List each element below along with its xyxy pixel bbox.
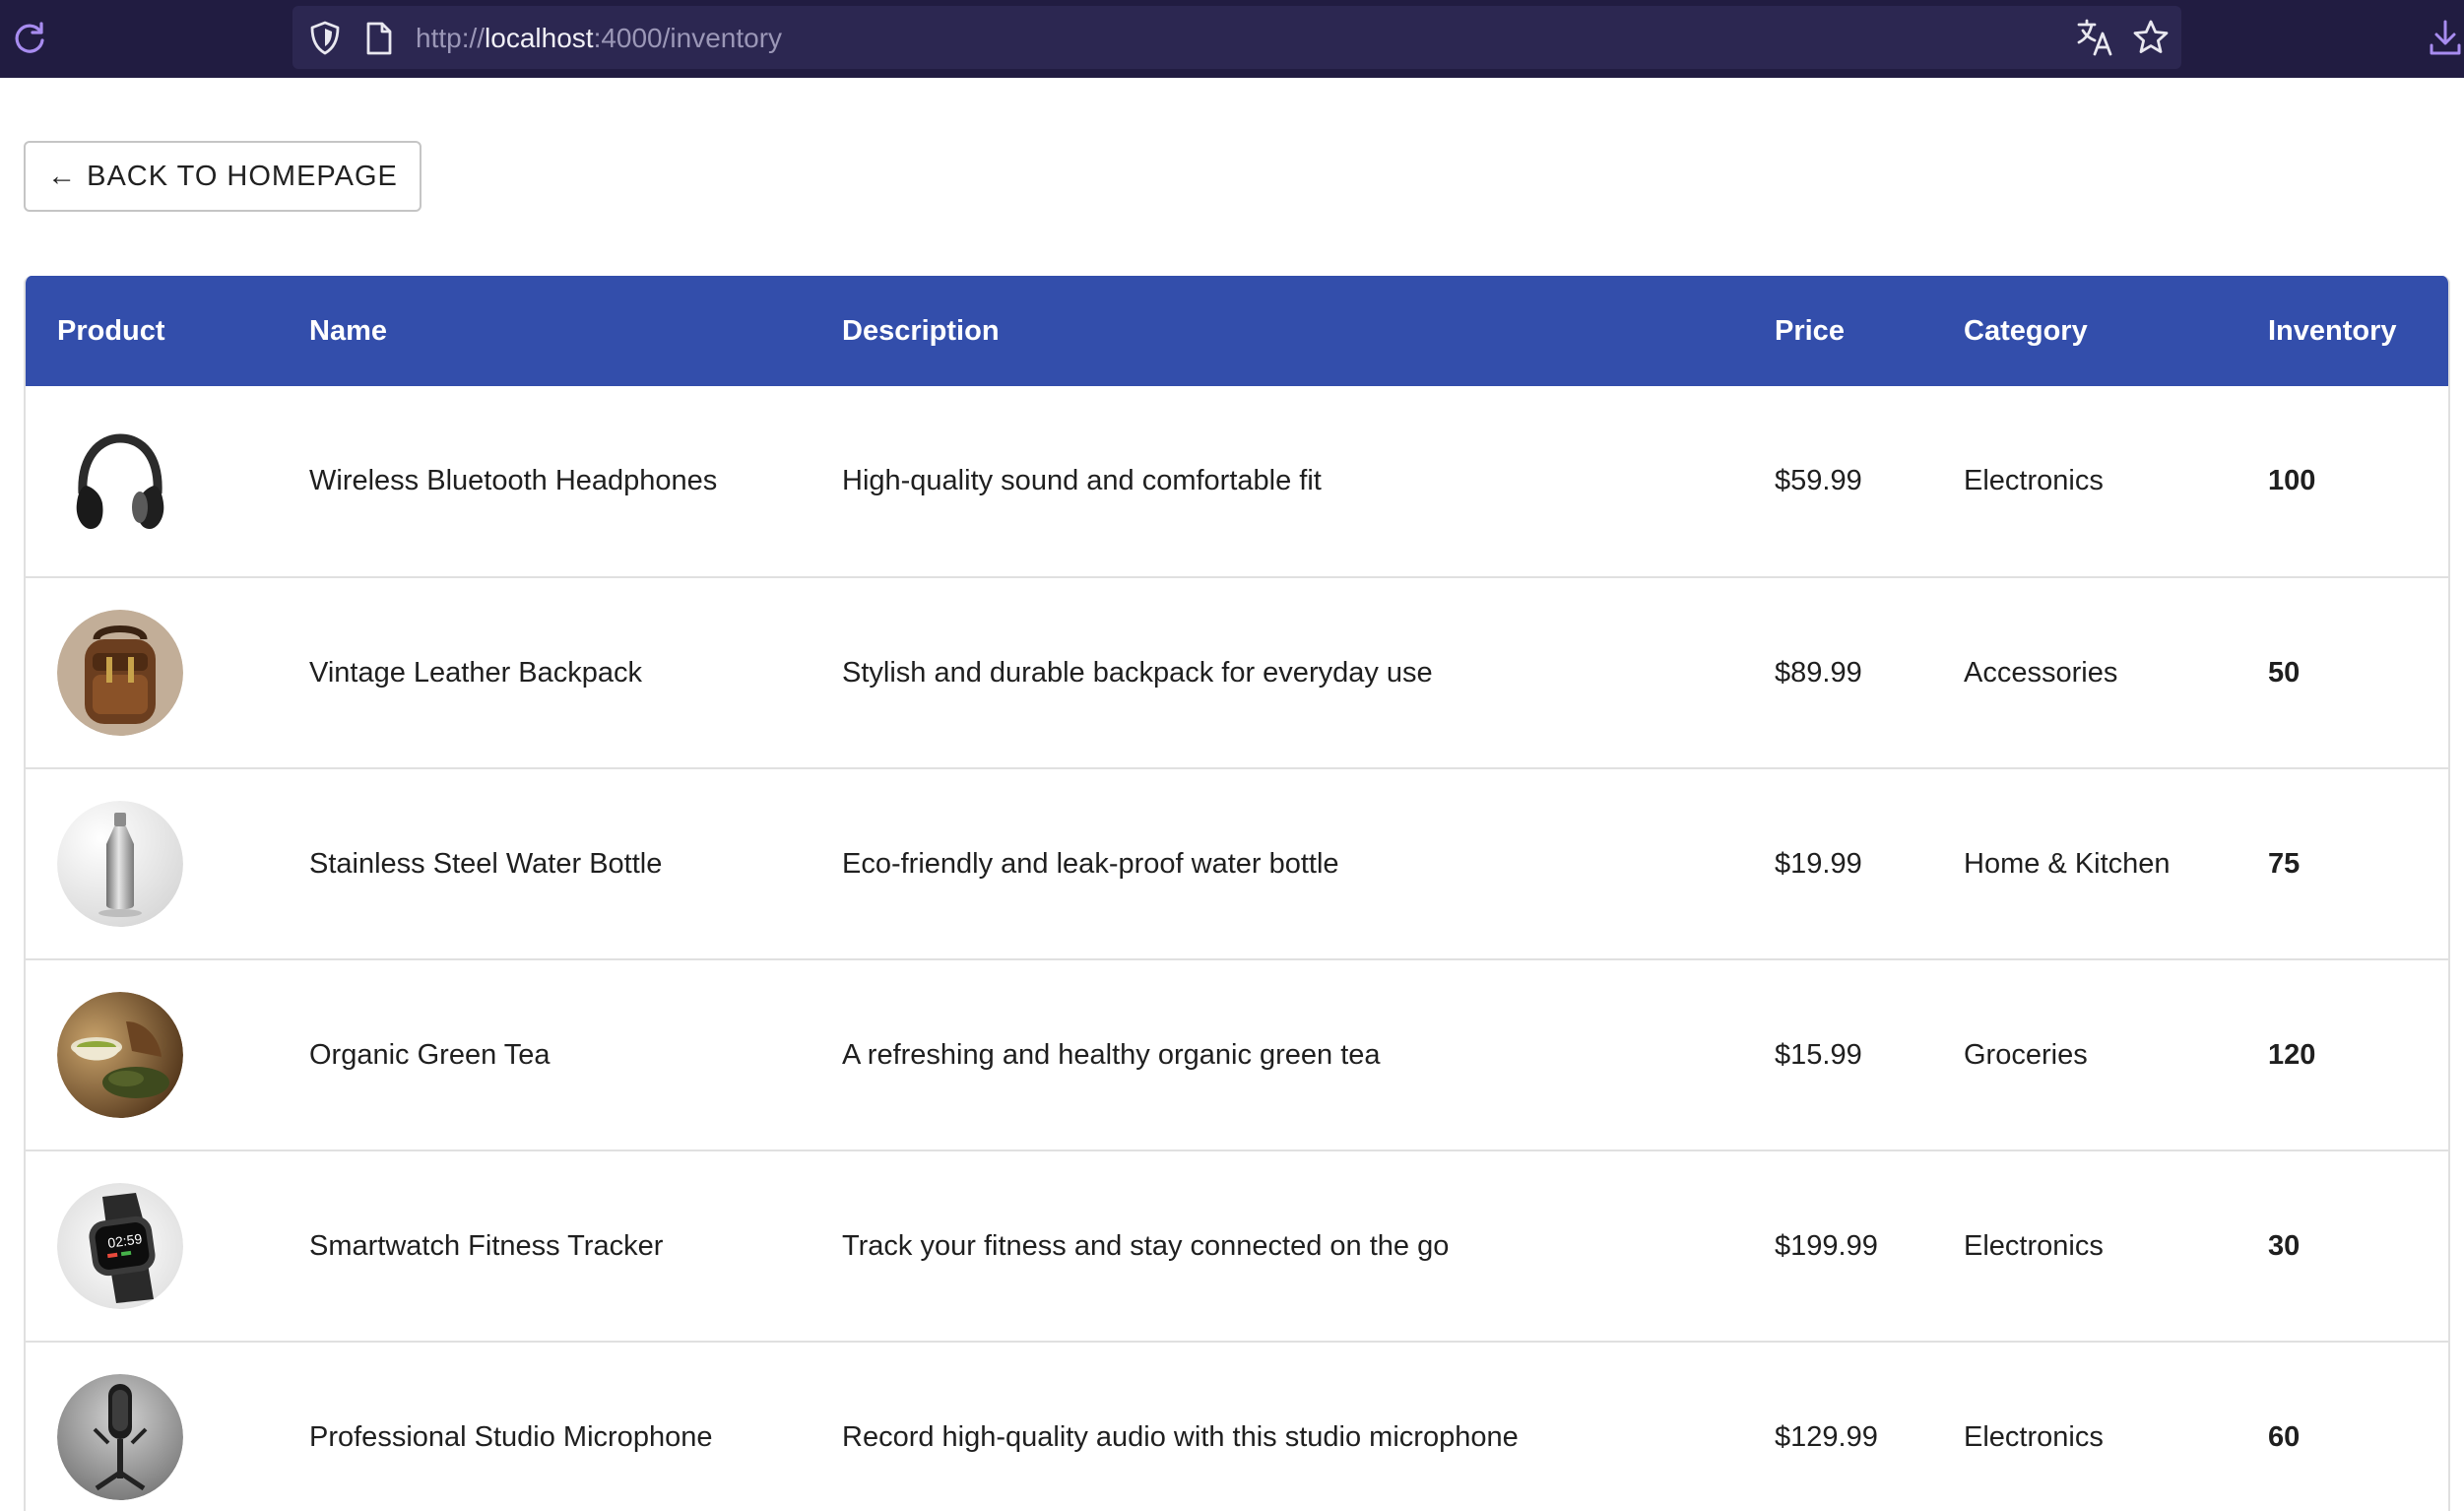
product-category: Electronics [1964,1229,2104,1262]
back-to-homepage-button[interactable]: ← BACK TO HOMEPAGE [24,141,421,212]
translate-icon[interactable] [2076,18,2113,57]
reload-icon[interactable] [10,19,49,58]
product-inventory: 75 [2268,847,2301,880]
product-inventory: 60 [2268,1420,2301,1453]
url-text[interactable]: http://localhost:4000/inventory [416,20,782,57]
table-row[interactable]: Stainless Steel Water Bottle Eco-friendl… [26,768,2448,959]
product-description: Stylish and durable backpack for everyda… [842,656,1433,689]
product-price: $89.99 [1775,656,1862,689]
product-image-cell: 02:59 [26,1150,278,1342]
product-inventory: 50 [2268,656,2301,689]
table-row[interactable]: 02:59 Smartwatch Fitness Tracker Track y… [26,1150,2448,1342]
back-button-label: BACK TO HOMEPAGE [87,160,398,192]
product-description: High-quality sound and comfortable fit [842,465,1322,496]
arrow-left-icon: ← [47,160,78,192]
column-header-category: Category [1964,314,2088,347]
browser-toolbar: http://localhost:4000/inventory [0,0,2464,78]
table-row[interactable]: Organic Green Tea A refreshing and healt… [26,959,2448,1150]
product-image-cell [26,959,278,1150]
column-header-name: Name [309,314,387,347]
inventory-table-container: Product Name Description Price Category … [24,276,2450,1511]
product-name: Organic Green Tea [309,1038,551,1071]
smartwatch-image: 02:59 [57,1183,183,1309]
product-inventory: 30 [2268,1229,2301,1262]
column-header-product: Product [57,314,165,347]
product-category: Accessories [1964,656,2118,689]
column-header-description: Description [842,314,1000,347]
product-price: $59.99 [1775,465,1862,496]
product-image-cell [26,768,278,959]
table-row[interactable]: Professional Studio Microphone Record hi… [26,1342,2448,1511]
product-name: Vintage Leather Backpack [309,656,643,689]
water-bottle-image [57,801,183,927]
product-inventory: 100 [2268,465,2316,496]
product-category: Electronics [1964,1420,2104,1453]
product-name: Wireless Bluetooth Headphones [309,465,718,496]
url-scheme: http:// [416,23,486,53]
product-category: Groceries [1964,1038,2088,1071]
download-icon[interactable] [2427,18,2464,59]
url-path: :4000/inventory [593,23,783,53]
product-price: $129.99 [1775,1420,1878,1453]
product-description: Record high-quality audio with this stud… [842,1420,1519,1453]
green-tea-image [57,992,183,1118]
bookmark-star-icon[interactable] [2131,18,2171,57]
column-header-inventory: Inventory [2268,314,2397,347]
product-description: Track your fitness and stay connected on… [842,1229,1450,1262]
column-header-price: Price [1775,314,1845,347]
product-inventory: 120 [2268,1038,2316,1071]
inventory-table: Product Name Description Price Category … [26,276,2448,1511]
table-header-row: Product Name Description Price Category … [26,276,2448,386]
product-price: $15.99 [1775,1038,1862,1071]
product-name: Smartwatch Fitness Tracker [309,1229,664,1262]
product-description: A refreshing and healthy organic green t… [842,1038,1381,1071]
product-image-cell [26,386,278,577]
table-row[interactable]: Wireless Bluetooth Headphones High-quali… [26,386,2448,577]
headphones-image [57,418,183,545]
product-description: Eco-friendly and leak-proof water bottle [842,847,1339,880]
product-category: Home & Kitchen [1964,847,2171,880]
product-image-cell [26,1342,278,1511]
shield-icon[interactable] [307,20,343,57]
product-image-cell [26,577,278,768]
url-host: localhost [485,23,594,53]
product-name: Stainless Steel Water Bottle [309,847,663,880]
product-price: $199.99 [1775,1229,1878,1262]
microphone-image [57,1374,183,1500]
backpack-image [57,610,183,736]
page-icon [366,22,392,55]
product-price: $19.99 [1775,847,1862,880]
product-category: Electronics [1964,465,2104,496]
table-row[interactable]: Vintage Leather Backpack Stylish and dur… [26,577,2448,768]
product-name: Professional Studio Microphone [309,1420,713,1453]
